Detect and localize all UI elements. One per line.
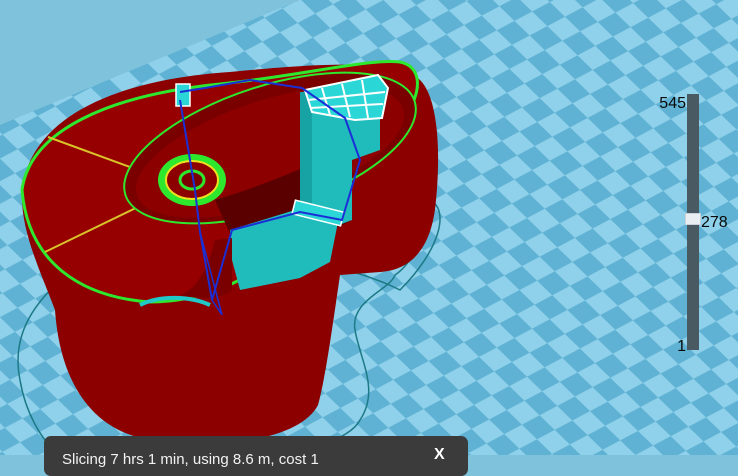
close-icon[interactable]: X (434, 447, 445, 463)
small-support-top (175, 83, 191, 107)
3d-print-preview-viewport[interactable] (0, 0, 738, 455)
slicing-status-toast: Slicing 7 hrs 1 min, using 8.6 m, cost 1… (44, 436, 468, 476)
layer-slider-handle[interactable] (685, 213, 701, 226)
layer-max-label: 545 (659, 95, 686, 112)
layer-min-label: 1 (677, 338, 686, 355)
layer-current-label: 278 (701, 214, 728, 232)
slicing-status-message: Slicing 7 hrs 1 min, using 8.6 m, cost 1 (62, 451, 319, 468)
